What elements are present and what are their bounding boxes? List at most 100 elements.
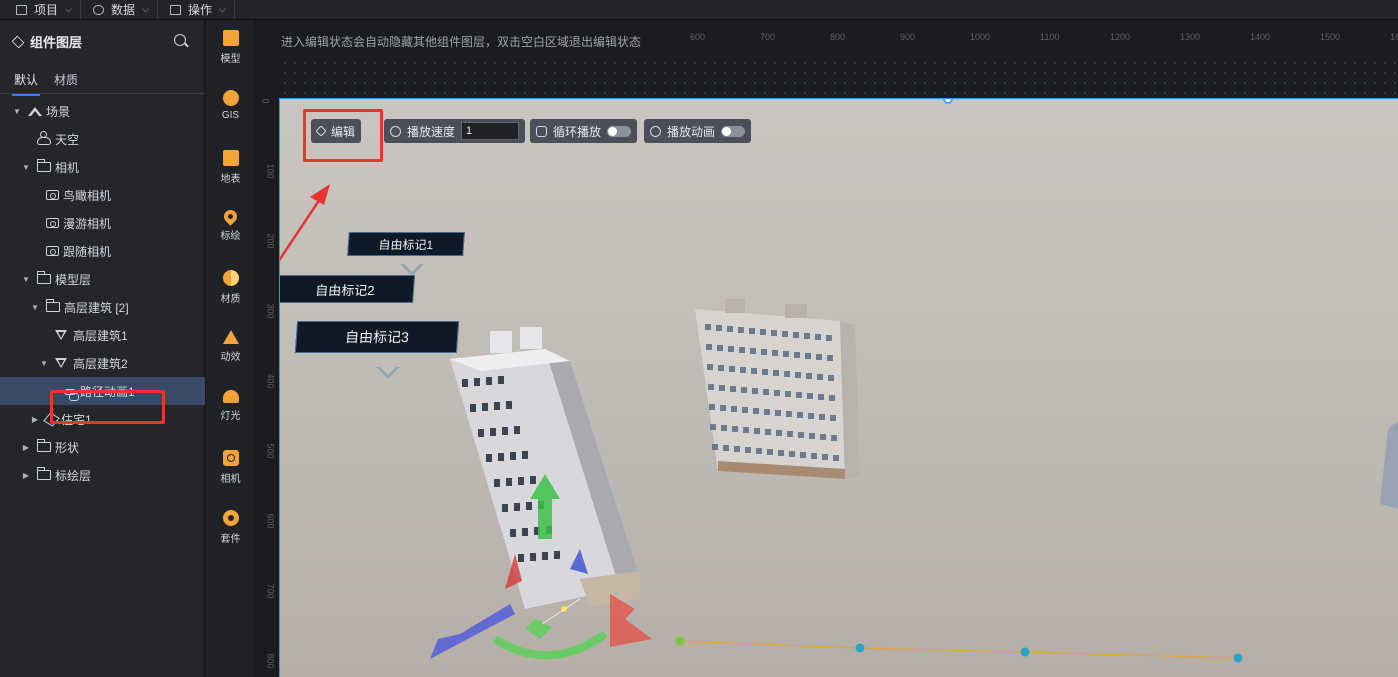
layer-tree-item[interactable]: ▼ 高层建筑 [2] (0, 293, 205, 321)
scene-viewport[interactable]: 自由标记1 自由标记2 自由标记3 编辑 播放速度 循环播放 播放动画 (280, 98, 1398, 677)
light-icon (222, 390, 239, 403)
layer-tree-item[interactable]: 天空 (0, 125, 205, 153)
triangle-icon (55, 358, 67, 368)
path-point (855, 643, 865, 653)
model-icon (222, 30, 239, 46)
material-icon (222, 270, 239, 286)
loop-toggle[interactable] (607, 125, 632, 137)
grid-icon (170, 4, 181, 15)
layer-tree-item[interactable]: 鸟瞰相机 (0, 181, 205, 209)
residential-building-edge[interactable] (1380, 421, 1398, 509)
layer-tree-item[interactable]: 跟随相机 (0, 237, 205, 265)
layer-tree-item-label: 鸟瞰相机 (63, 188, 112, 203)
residential-building[interactable] (695, 299, 860, 479)
layer-tree-item[interactable]: ▼ 模型层 (0, 265, 205, 293)
tool-gis-label: GIS (221, 110, 240, 121)
ruler-top-tick-label: 1300 (1180, 32, 1201, 42)
layer-tree-item[interactable]: 高层建筑1 (0, 321, 205, 349)
caret-down-icon[interactable]: ▼ (12, 107, 22, 116)
tool-light[interactable]: 灯光 (206, 380, 255, 440)
loop-control: 循环播放 (530, 119, 638, 143)
ruler-left-tick-label: 400 (265, 373, 276, 389)
marker-1[interactable]: 自由标记1 (347, 232, 465, 256)
tool-terrain[interactable]: 地表 (206, 140, 255, 200)
layer-tabs: 默认 材质 (0, 66, 205, 96)
layer-tree-item-label: 跟随相机 (63, 244, 112, 259)
play-toggle[interactable] (721, 125, 746, 137)
marker-3-label: 自由标记3 (344, 329, 410, 345)
layer-tree-item[interactable]: ▼ 相机 (0, 153, 205, 181)
layer-tree-item[interactable]: ▶ 标绘层 (0, 461, 205, 489)
marker-2-label: 自由标记2 (314, 282, 376, 298)
ruler-top-tick-label: 1200 (1110, 32, 1131, 42)
caret-down-icon[interactable]: ▼ (30, 303, 40, 312)
component-toolbar: 模型 GIS 地表 标绘 材质 动效 灯光 相机 套件 (206, 20, 255, 677)
menu-project[interactable]: 项目 ⌵ (8, 0, 81, 19)
tool-kit[interactable]: 套件 (206, 500, 255, 560)
layer-tree-item[interactable]: 漫游相机 (0, 209, 205, 237)
caret-down-icon[interactable]: ▼ (39, 359, 49, 368)
ruler-left: 0 100 200 300 400 500 600 700 800 (255, 58, 280, 677)
path-animation-line[interactable] (675, 636, 1243, 663)
ruler-top-tick-label: 1600 (1390, 32, 1398, 42)
top-menubar: 项目 ⌵ 数据 ⌵ 操作 ⌵ (0, 0, 1398, 20)
panel-title: 组件图层 (12, 32, 82, 51)
layer-tree-item[interactable]: ▶ 形状 (0, 433, 205, 461)
speed-input[interactable] (461, 122, 520, 140)
folder-icon (37, 467, 51, 480)
layer-tree-item-label: 高层建筑2 (73, 356, 128, 371)
tool-model[interactable]: 模型 (206, 20, 255, 80)
chevron-down-icon: ⌵ (219, 4, 226, 14)
play-control: 播放动画 (644, 119, 752, 143)
panel-title-label: 组件图层 (30, 35, 83, 50)
gis-icon (222, 90, 239, 106)
tool-plot[interactable]: 标绘 (206, 200, 255, 260)
speed-icon (390, 125, 401, 137)
marker-2[interactable]: 自由标记2 (280, 275, 415, 303)
caret-right-icon[interactable]: ▶ (21, 471, 31, 480)
tool-gis[interactable]: GIS (206, 80, 255, 140)
ruler-left-tick-label: 100 (265, 163, 276, 179)
ruler-left-tick-label: 600 (265, 513, 276, 529)
camera-icon (46, 246, 59, 256)
layer-tree-item[interactable]: ▼ 场景 (0, 97, 205, 125)
tool-material[interactable]: 材质 (206, 260, 255, 320)
layer-tree-item[interactable]: ▶ 住宅1 (0, 405, 205, 433)
terrain-icon (222, 150, 239, 166)
path-point (1233, 653, 1243, 663)
high-rise-building-2[interactable] (450, 327, 640, 609)
editor-area: 6007008009001000110012001300140015001600… (255, 20, 1398, 677)
caret-right-icon[interactable]: ▶ (30, 415, 40, 424)
tool-effect[interactable]: 动效 (206, 320, 255, 380)
caret-down-icon[interactable]: ▼ (21, 275, 31, 284)
caret-down-icon[interactable]: ▼ (21, 163, 31, 172)
layer-tree-item-label: 住宅1 (61, 412, 92, 427)
tab-default[interactable]: 默认 (12, 71, 41, 96)
tool-kit-label: 套件 (220, 534, 241, 545)
menu-operate[interactable]: 操作 ⌵ (162, 0, 235, 19)
loop-label: 循环播放 (553, 124, 602, 139)
tool-camera[interactable]: 相机 (206, 440, 255, 500)
canvas-grid (280, 58, 1398, 98)
menu-operate-label: 操作 (188, 3, 213, 17)
layer-tree-item[interactable]: ▼ 高层建筑2 (0, 349, 205, 377)
caret-right-icon[interactable]: ▶ (21, 443, 31, 452)
chevron-down-icon: ⌵ (142, 4, 149, 14)
camera-icon (46, 218, 59, 228)
sky-icon (37, 131, 51, 145)
layer-tree-item-label: 漫游相机 (63, 216, 112, 231)
marker-3[interactable]: 自由标记3 (294, 321, 460, 353)
kit-icon (222, 510, 239, 526)
tool-material-label: 材质 (220, 294, 241, 305)
camera-icon (222, 450, 239, 466)
ruler-top-tick-label: 900 (900, 32, 916, 42)
layer-tree-item[interactable]: 路径动画1 (0, 377, 205, 405)
tool-plot-label: 标绘 (220, 231, 241, 242)
path-start-point (675, 636, 685, 646)
ruler-left-tick-label: 700 (265, 583, 276, 599)
search-icon[interactable] (174, 34, 186, 46)
tool-model-label: 模型 (220, 54, 241, 65)
tab-material[interactable]: 材质 (52, 71, 80, 94)
triangle-icon (55, 330, 67, 340)
menu-data[interactable]: 数据 ⌵ (85, 0, 158, 19)
